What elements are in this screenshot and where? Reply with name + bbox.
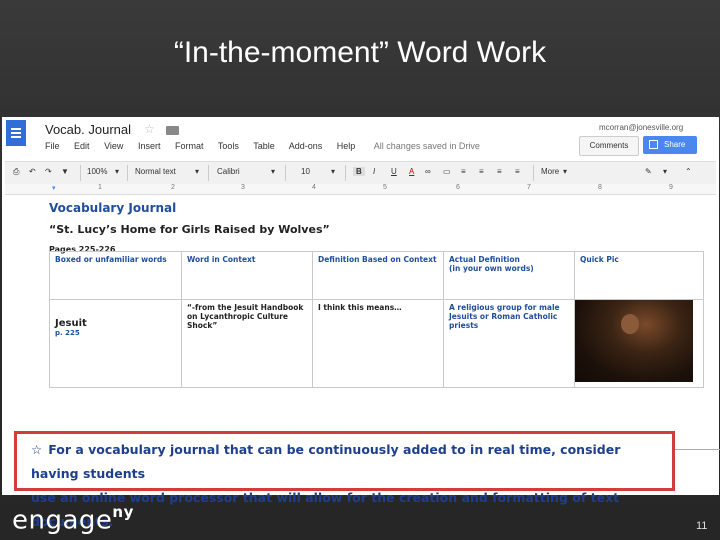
logo-superscript: ny (112, 503, 134, 521)
logo-text: engage (12, 505, 113, 536)
zoom-select[interactable]: 100% (87, 167, 107, 176)
page-ref: p. 225 (55, 329, 80, 337)
word-cell[interactable]: Jesuit p. 225 (49, 299, 182, 388)
align-center-icon[interactable]: ≡ (479, 167, 484, 176)
formatting-toolbar: ⎙ ↶ ↷ ▼ 100% ▾ Normal text ▾ Calibri ▾ 1… (5, 161, 716, 185)
guess-cell[interactable]: I think this means… (312, 299, 444, 388)
comments-button[interactable]: Comments (579, 136, 639, 156)
align-icon[interactable]: ≡ (461, 167, 466, 176)
size-dropdown-icon[interactable]: ▾ (331, 167, 335, 176)
menu-file[interactable]: File (45, 141, 60, 151)
text-color-icon[interactable]: A (409, 167, 414, 176)
table-row: Jesuit p. 225 “-from the Jesuit Handbook… (49, 299, 704, 388)
table-header-row: Boxed or unfamiliar words Word in Contex… (49, 251, 704, 300)
collapse-icon[interactable]: ⌃ (685, 167, 692, 176)
header-cell[interactable]: Definition Based on Context (312, 251, 444, 300)
quick-pic-cell[interactable] (574, 299, 704, 388)
line-spacing-icon[interactable]: ≡ (497, 167, 502, 176)
header-cell[interactable]: Actual Definition (in your own words) (443, 251, 575, 300)
ruler-mark: 2 (171, 184, 175, 191)
portrait-image (575, 300, 693, 382)
star-icon[interactable]: ☆ (144, 122, 155, 136)
doc-title[interactable]: Vocab. Journal (45, 122, 131, 137)
style-select[interactable]: Normal text (135, 167, 176, 176)
pen-icon[interactable]: ✎ (645, 167, 652, 176)
comment-icon[interactable]: ▭ (443, 167, 451, 176)
save-status: All changes saved in Drive (373, 141, 480, 151)
slide-title: “In-the-moment” Word Work (173, 36, 547, 69)
underline-icon[interactable]: U (391, 167, 397, 176)
share-label: Share (664, 140, 686, 149)
ruler[interactable]: ▾ 1 2 3 4 5 6 7 8 9 (5, 184, 716, 195)
ruler-mark: 9 (669, 184, 673, 191)
menu-bar: File Edit View Insert Format Tools Table… (45, 141, 492, 151)
italic-icon[interactable]: I (373, 167, 375, 176)
share-button[interactable]: Share (643, 136, 697, 154)
document-heading: Vocabulary Journal (49, 201, 177, 215)
zoom-dropdown-icon[interactable]: ▾ (115, 167, 119, 176)
lock-icon (649, 140, 658, 150)
menu-table[interactable]: Table (253, 141, 275, 151)
ruler-mark: 4 (312, 184, 316, 191)
menu-help[interactable]: Help (337, 141, 356, 151)
menu-view[interactable]: View (104, 141, 123, 151)
docs-logo-icon[interactable] (6, 120, 26, 146)
list-icon[interactable]: ≡ (515, 167, 520, 176)
menu-tools[interactable]: Tools (218, 141, 239, 151)
font-select[interactable]: Calibri (217, 167, 240, 176)
header-cell[interactable]: Boxed or unfamiliar words (49, 251, 182, 300)
paint-format-icon[interactable]: ▼ (61, 167, 69, 176)
ruler-mark: 1 (98, 184, 102, 191)
more-dropdown-icon[interactable]: ▾ (563, 167, 567, 176)
more-button[interactable]: More (541, 167, 559, 176)
account-email[interactable]: mcorran@jonesville.org (599, 123, 683, 132)
menu-insert[interactable]: Insert (138, 141, 161, 151)
menu-edit[interactable]: Edit (74, 141, 90, 151)
ruler-mark: 7 (527, 184, 531, 191)
print-icon[interactable]: ⎙ (13, 167, 19, 177)
callout-line-1: For a vocabulary journal that can be con… (31, 442, 621, 481)
callout-pointer (675, 449, 720, 450)
style-dropdown-icon[interactable]: ▾ (195, 167, 199, 176)
font-dropdown-icon[interactable]: ▾ (271, 167, 275, 176)
callout-box: ☆ For a vocabulary journal that can be co… (14, 431, 675, 529)
pen-dropdown-icon[interactable]: ▾ (663, 167, 667, 176)
context-cell[interactable]: “-from the Jesuit Handbook on Lycanthrop… (181, 299, 313, 388)
menu-format[interactable]: Format (175, 141, 204, 151)
vocab-table[interactable]: Boxed or unfamiliar words Word in Contex… (49, 251, 704, 388)
undo-icon[interactable]: ↶ (29, 167, 36, 176)
size-select[interactable]: 10 (301, 167, 310, 176)
word-text: Jesuit (55, 318, 87, 329)
folder-icon[interactable] (166, 126, 179, 135)
header-cell[interactable]: Quick Pic (574, 251, 704, 300)
definition-cell[interactable]: A religious group for male Jesuits or Ro… (443, 299, 575, 388)
star-bullet-icon: ☆ (31, 442, 43, 457)
slide-number: 11 (696, 520, 708, 532)
menu-addons[interactable]: Add-ons (289, 141, 323, 151)
ruler-mark: 8 (598, 184, 602, 191)
redo-icon[interactable]: ↷ (45, 167, 52, 176)
book-title: “St. Lucy’s Home for Girls Raised by Wol… (49, 223, 330, 236)
ruler-mark: 5 (383, 184, 387, 191)
link-icon[interactable]: ∞ (425, 167, 431, 176)
indent-marker-icon[interactable]: ▾ (52, 184, 56, 192)
engageny-logo: engageny (12, 503, 134, 536)
bold-icon[interactable]: B (353, 167, 365, 176)
ruler-mark: 3 (241, 184, 245, 191)
header-cell[interactable]: Word in Context (181, 251, 313, 300)
ruler-mark: 6 (456, 184, 460, 191)
